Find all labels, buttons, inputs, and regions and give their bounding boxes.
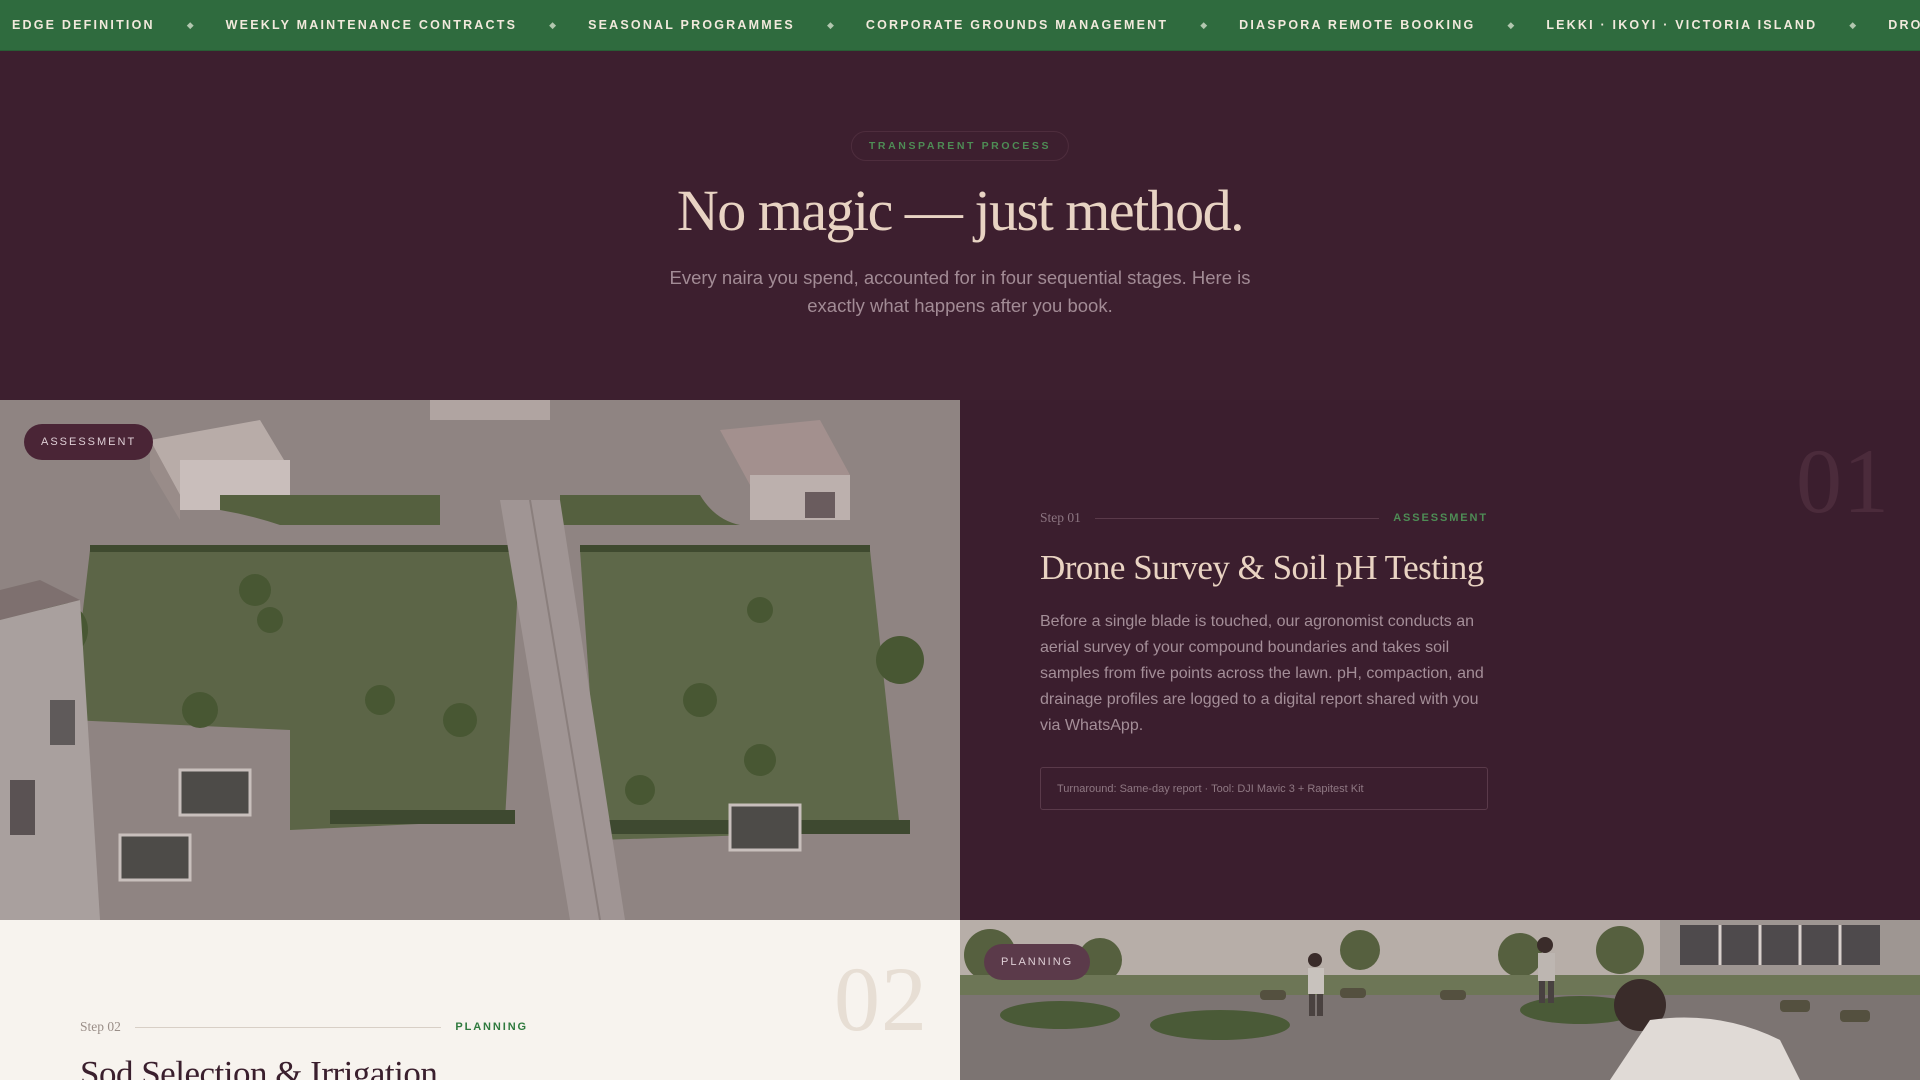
sod-laying-photo: Planning xyxy=(960,920,1920,1080)
step-detail-box: Turnaround: Same-day report · Tool: DJI … xyxy=(1040,767,1488,810)
step-category-label: Assessment xyxy=(1393,512,1488,524)
step-row-planning: 02 Step 02 Planning Sod Selection & Irri… xyxy=(0,920,1920,1080)
ticker-item: Drone Survey & Soil Analysis xyxy=(1888,18,1920,32)
ticker-item: Seasonal Programmes xyxy=(588,18,795,32)
divider-line xyxy=(134,1026,442,1028)
aerial-compound-image xyxy=(0,400,960,920)
diamond-icon: ◆ xyxy=(186,19,194,30)
diamond-icon: ◆ xyxy=(549,19,557,30)
sod-installation-image xyxy=(960,920,1920,1080)
step-meta: Step 01 Assessment xyxy=(1040,510,1488,526)
diamond-icon: ◆ xyxy=(826,19,834,30)
diamond-icon: ◆ xyxy=(1200,19,1208,30)
step-title: Sod Selection & Irrigation xyxy=(80,1054,438,1080)
diamond-icon: ◆ xyxy=(1507,19,1515,30)
divider-line xyxy=(1094,517,1380,519)
services-ticker: Edge Definition ◆ Weekly Maintenance Con… xyxy=(0,0,1920,51)
step-number-label: Step 02 xyxy=(80,1019,121,1034)
section-eyebrow-pill: Transparent Process xyxy=(850,131,1070,161)
step-panel-assessment: 01 Step 01 Assessment Drone Survey & Soi… xyxy=(960,400,1920,920)
ticker-track: Edge Definition ◆ Weekly Maintenance Con… xyxy=(0,18,1920,32)
step-big-number: 02 xyxy=(834,948,928,1050)
section-title: No magic — just method. xyxy=(676,178,1245,243)
ticker-item: Lekki · Ikoyi · Victoria Island xyxy=(1546,18,1818,32)
step-meta: Step 02 Planning xyxy=(80,1019,528,1035)
section-subtitle: Every naira you spend, accounted for in … xyxy=(669,267,1251,316)
ticker-item: Diaspora Remote Booking xyxy=(1239,18,1476,32)
step-tag-badge: Assessment xyxy=(24,424,154,460)
ticker-item: Corporate Grounds Management xyxy=(865,18,1169,32)
process-intro: Transparent Process No magic — just meth… xyxy=(0,51,1920,400)
step-panel-planning: 02 Step 02 Planning Sod Selection & Irri… xyxy=(0,920,960,1080)
ticker-item: Weekly Maintenance Contracts xyxy=(225,18,518,32)
step-category-label: Planning xyxy=(455,1021,528,1033)
step-row-assessment: Assessment 01 Step 01 Assessment Drone S… xyxy=(0,400,1920,920)
step-big-number: 01 xyxy=(1796,430,1890,532)
step-title: Drone Survey & Soil pH Testing xyxy=(1040,548,1484,587)
ticker-item: Edge Definition xyxy=(12,18,155,32)
step-description: Before a single blade is touched, our ag… xyxy=(1040,613,1484,734)
step-detail-text: Turnaround: Same-day report · Tool: DJI … xyxy=(1057,782,1364,795)
diamond-icon: ◆ xyxy=(1849,19,1857,30)
step-number-label: Step 01 xyxy=(1040,510,1081,525)
drone-survey-photo: Assessment xyxy=(0,400,960,920)
step-tag-badge: Planning xyxy=(984,944,1091,980)
